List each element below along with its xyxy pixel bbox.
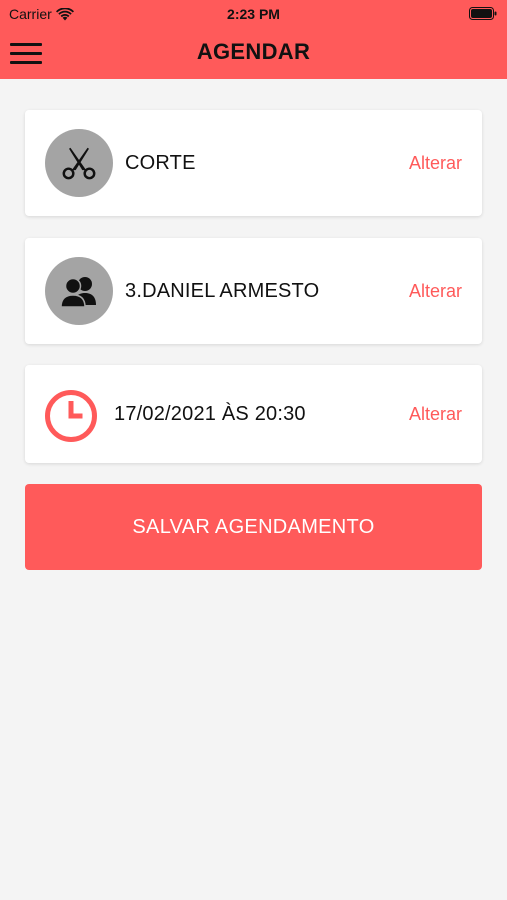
status-bar: Carrier 2:23 PM — [0, 0, 507, 28]
change-datetime-link[interactable]: Alterar — [409, 404, 462, 425]
status-time: 2:23 PM — [227, 6, 280, 22]
professional-avatar — [45, 257, 113, 325]
users-icon — [60, 277, 96, 308]
datetime-label: 17/02/2021 ÀS 20:30 — [114, 403, 306, 425]
battery-icon — [469, 7, 497, 20]
nav-bar: AGENDAR — [0, 30, 507, 76]
datetime-card: 17/02/2021 ÀS 20:30 Alterar — [25, 365, 482, 463]
professional-label: 3.DANIEL ARMESTO — [125, 280, 320, 302]
save-appointment-button[interactable]: SALVAR AGENDAMENTO — [25, 484, 482, 570]
service-label: CORTE — [125, 152, 196, 174]
change-service-link[interactable]: Alterar — [409, 153, 462, 174]
service-card: CORTE Alterar — [25, 110, 482, 216]
clock-icon — [45, 390, 97, 442]
change-professional-link[interactable]: Alterar — [409, 281, 462, 302]
app-header: Carrier 2:23 PM AGENDAR — [0, 0, 507, 79]
scissors-icon — [62, 147, 96, 180]
page-title: AGENDAR — [196, 39, 311, 64]
professional-card: 3.DANIEL ARMESTO Alterar — [25, 238, 482, 344]
service-avatar — [45, 129, 113, 197]
